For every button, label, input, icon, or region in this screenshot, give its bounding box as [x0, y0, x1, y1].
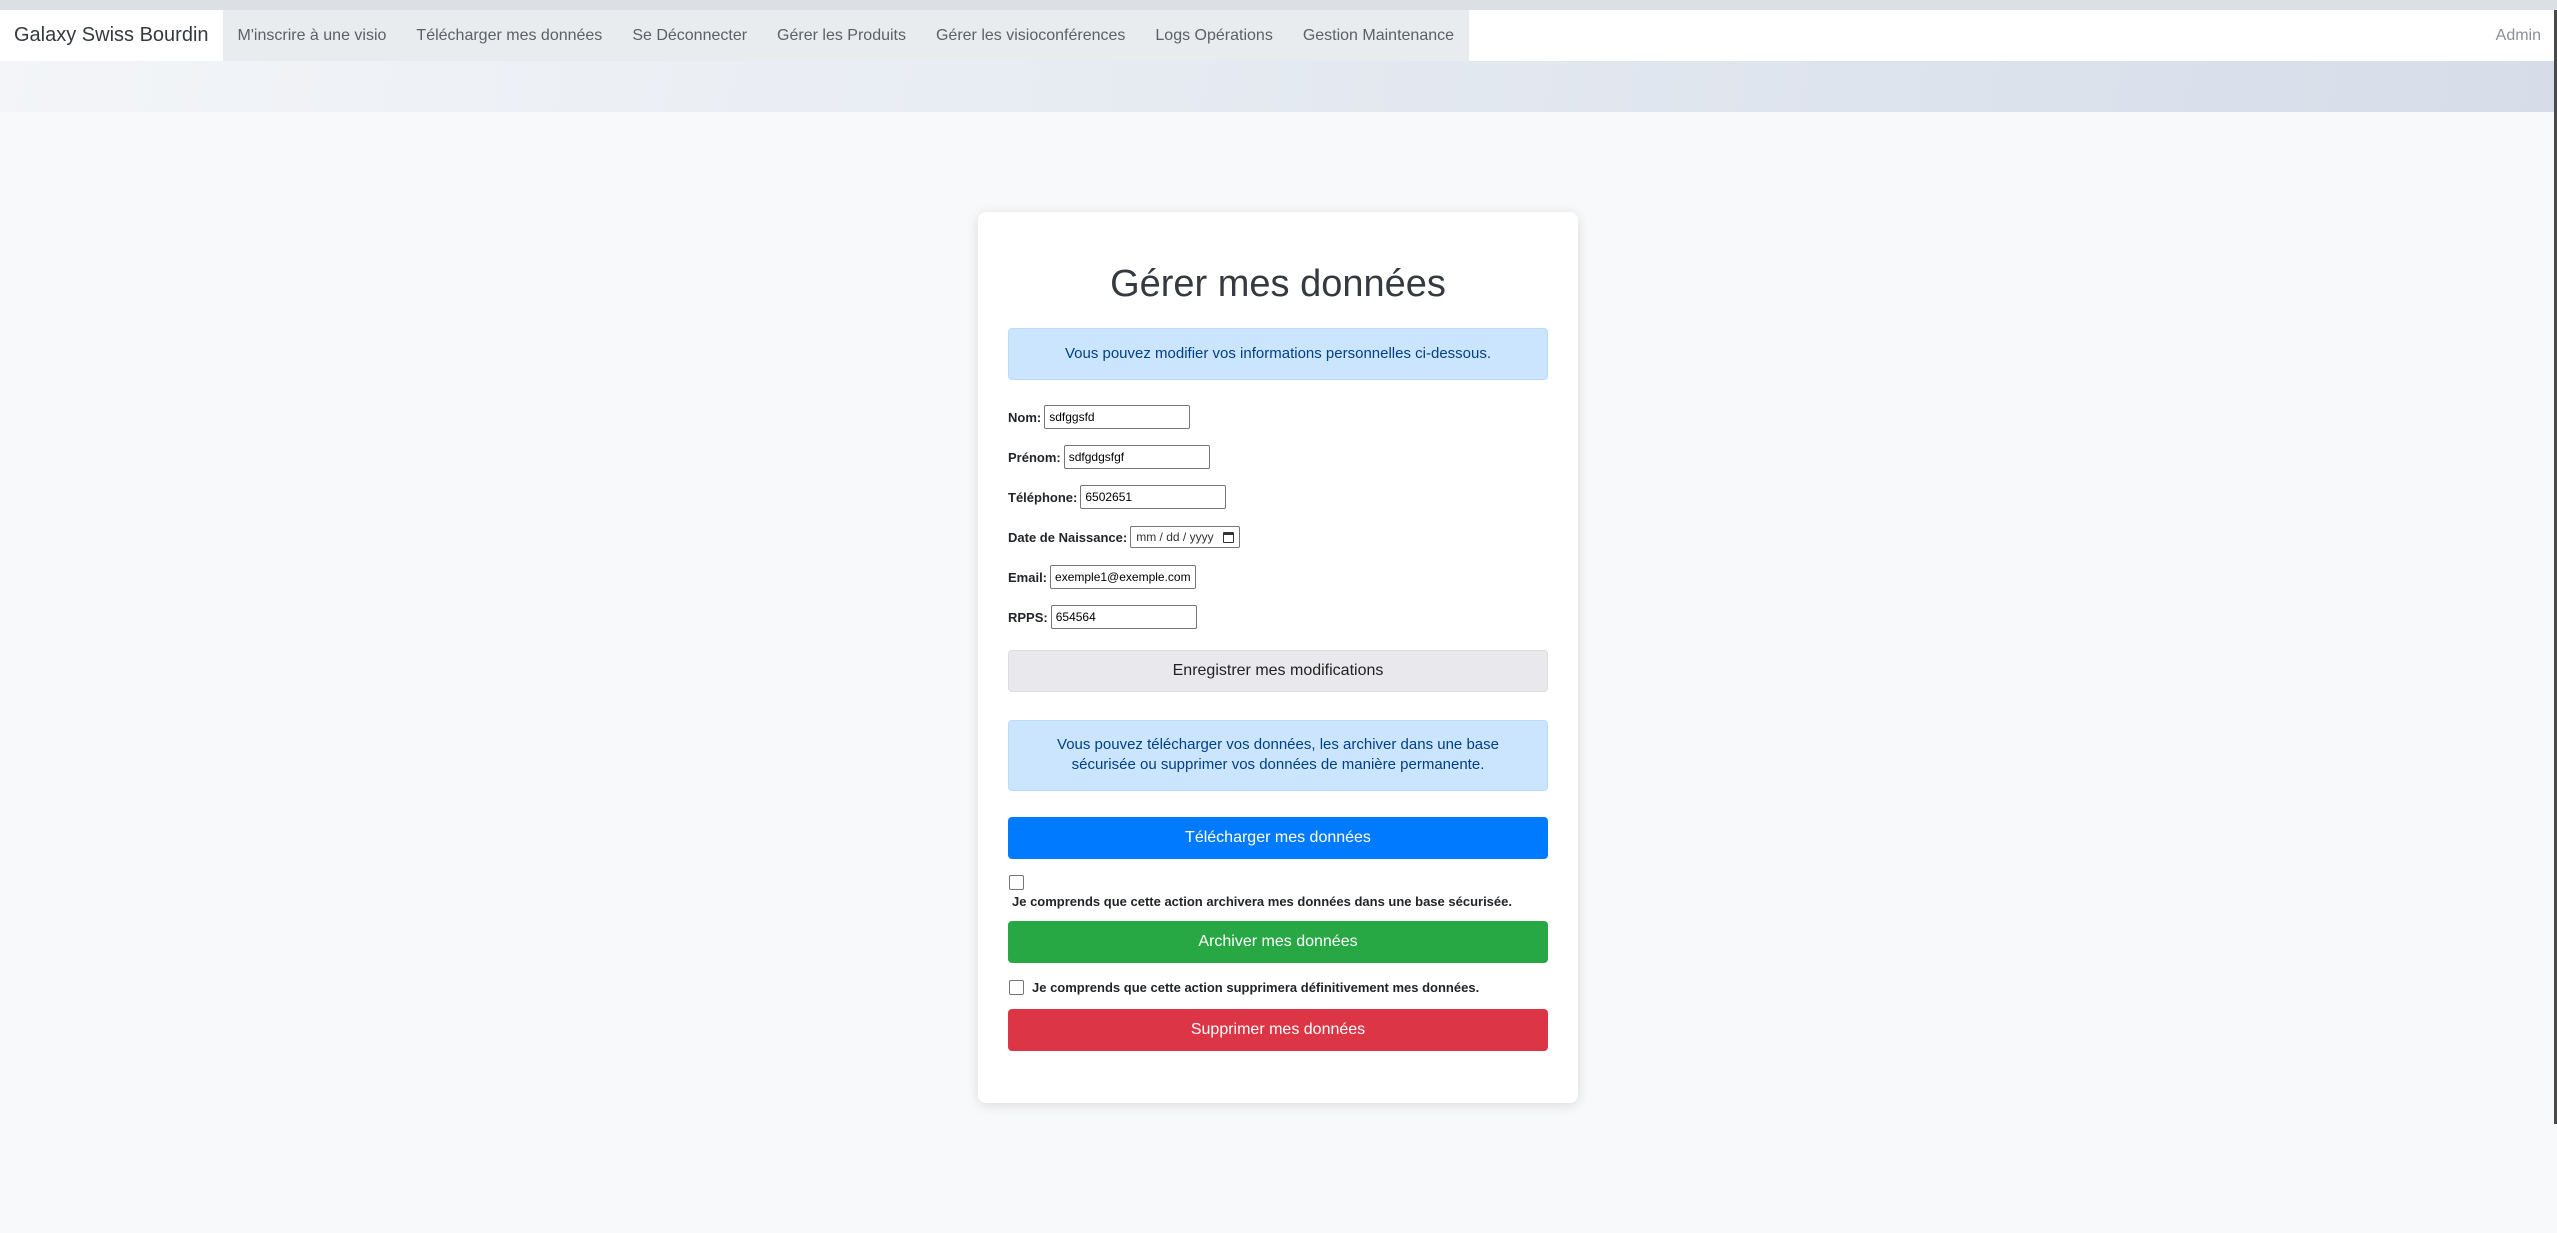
page-title: Gérer mes données: [1110, 263, 1446, 305]
email-input[interactable]: [1050, 565, 1197, 589]
calendar-icon[interactable]: [1223, 531, 1235, 543]
email-label: Email:: [1008, 569, 1048, 585]
field-row-nom: Nom:: [1008, 404, 1548, 430]
nav-link-telecharger-donnees[interactable]: Télécharger mes données: [401, 10, 617, 61]
edit-info-alert: Vous pouvez modifier vos informations pe…: [1008, 328, 1548, 380]
field-row-prenom: Prénom:: [1008, 444, 1548, 470]
save-button[interactable]: Enregistrer mes modifications: [1008, 650, 1548, 692]
delete-data-button[interactable]: Supprimer mes données: [1008, 1009, 1548, 1051]
nom-label: Nom:: [1008, 409, 1042, 425]
navbar: Galaxy Swiss Bourdin M'inscrire à une vi…: [0, 10, 2557, 61]
nom-input[interactable]: [1044, 405, 1191, 429]
telephone-input[interactable]: [1080, 485, 1227, 509]
telephone-label: Téléphone:: [1008, 489, 1078, 505]
browser-top-strip: [0, 0, 2557, 10]
delete-consent-label: Je comprends que cette action supprimera…: [1032, 979, 1480, 995]
rpps-label: RPPS:: [1008, 609, 1048, 625]
archive-consent-row: Je comprends que cette action archivera …: [1008, 875, 1548, 911]
nav-link-inscrire-visio[interactable]: M'inscrire à une visio: [223, 10, 402, 61]
archive-consent-label: Je comprends que cette action archivera …: [1012, 894, 1512, 909]
archive-data-button[interactable]: Archiver mes données: [1008, 921, 1548, 963]
delete-consent-row: Je comprends que cette action supprimera…: [1008, 978, 1548, 996]
prenom-input[interactable]: [1063, 445, 1210, 469]
nav-link-logs-operations[interactable]: Logs Opérations: [1140, 10, 1287, 61]
user-role-label: Admin: [2495, 26, 2541, 44]
nav-links: M'inscrire à une visio Télécharger mes d…: [222, 10, 1470, 61]
navbar-brand[interactable]: Galaxy Swiss Bourdin: [0, 10, 223, 61]
field-row-telephone: Téléphone:: [1008, 484, 1548, 510]
rpps-input[interactable]: [1050, 605, 1197, 629]
field-row-naissance: Date de Naissance: mm / dd / yyyy: [1008, 524, 1548, 550]
prenom-label: Prénom:: [1008, 449, 1061, 465]
delete-consent-checkbox[interactable]: [1009, 979, 1024, 995]
nav-link-deconnecter[interactable]: Se Déconnecter: [617, 10, 762, 61]
data-actions-alert: Vous pouvez télécharger vos données, les…: [1008, 720, 1548, 791]
nav-link-gestion-maintenance[interactable]: Gestion Maintenance: [1288, 10, 1469, 61]
field-row-email: Email:: [1008, 564, 1548, 590]
field-row-rpps: RPPS:: [1008, 604, 1548, 630]
naissance-label: Date de Naissance:: [1008, 529, 1128, 545]
nav-link-gerer-visioconferences[interactable]: Gérer les visioconférences: [921, 10, 1140, 61]
download-data-button[interactable]: Télécharger mes données: [1008, 817, 1548, 859]
birthdate-placeholder: mm / dd / yyyy: [1136, 530, 1214, 544]
archive-consent-checkbox[interactable]: [1009, 875, 1024, 890]
manage-data-card: Gérer mes données Vous pouvez modifier v…: [978, 212, 1578, 1103]
birthdate-input[interactable]: mm / dd / yyyy: [1130, 526, 1241, 548]
nav-link-gerer-produits[interactable]: Gérer les Produits: [762, 10, 921, 61]
header-banner: [0, 61, 2557, 112]
